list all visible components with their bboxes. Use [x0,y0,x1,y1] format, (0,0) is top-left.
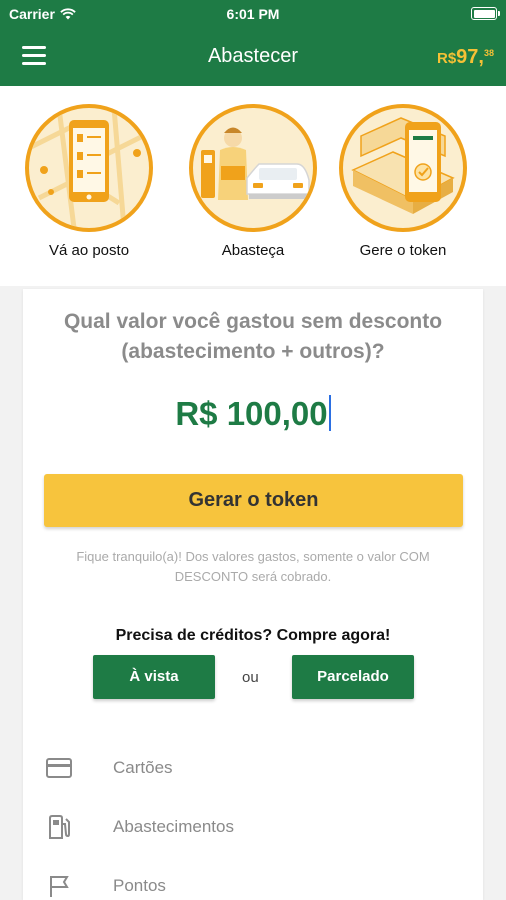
step-label: Abasteça [221,242,285,259]
balance-amount: 97, [456,46,484,68]
menu-item-label: Abastecimentos [113,817,234,836]
amount-value: R$ 100,00 [175,395,328,432]
phone-map-icon [25,104,153,232]
step-fill-up: Abasteça [188,104,318,259]
page-title: Abastecer [207,45,299,67]
amount-input[interactable]: R$ 100,00 [23,395,483,434]
steps-panel: Vá ao posto Abasteça Gere o token [0,86,506,286]
step-generate-token: Gere o token [338,104,468,259]
battery-icon [471,7,500,20]
step-label: Gere o token [359,242,447,259]
fuel-pump-icon [49,815,70,839]
menu-item-label: Cartões [113,758,173,777]
menu-item-fuelings[interactable]: Abastecimentos [23,802,483,852]
generate-token-button[interactable]: Gerar o token [44,474,463,527]
attendant-car-icon [189,104,317,232]
balance-cents: 38 [483,48,494,58]
token-form-card: Qual valor você gastou sem desconto (aba… [23,289,483,900]
buy-installments-button[interactable]: Parcelado [292,655,414,699]
credits-title: Precisa de créditos? Compre agora! [115,627,391,644]
credit-card-icon [46,758,72,778]
discount-note: Fique tranquilo(a)! Dos valores gastos, … [76,549,430,584]
text-cursor [328,395,331,432]
balance-currency: R$ [436,50,457,67]
menu-item-label: Pontos [113,876,166,895]
step-go-to-station: Vá ao posto [24,104,154,259]
step-label: Vá ao posto [48,242,130,259]
clock: 6:01 PM [226,6,280,22]
menu-item-cards[interactable]: Cartões [23,743,483,793]
flag-icon [50,876,69,897]
menu-item-points[interactable]: Pontos [23,861,483,900]
amount-question: Qual valor você gastou sem desconto (aba… [63,310,443,363]
or-label: ou [242,669,259,686]
phone-token-icon [339,104,467,232]
buy-cash-button[interactable]: À vista [93,655,215,699]
status-bar: Carrier 6:01 PM [0,0,506,28]
app-header: Abastecer R$97,38 [0,28,506,86]
balance-display: R$97,38 [437,46,494,69]
